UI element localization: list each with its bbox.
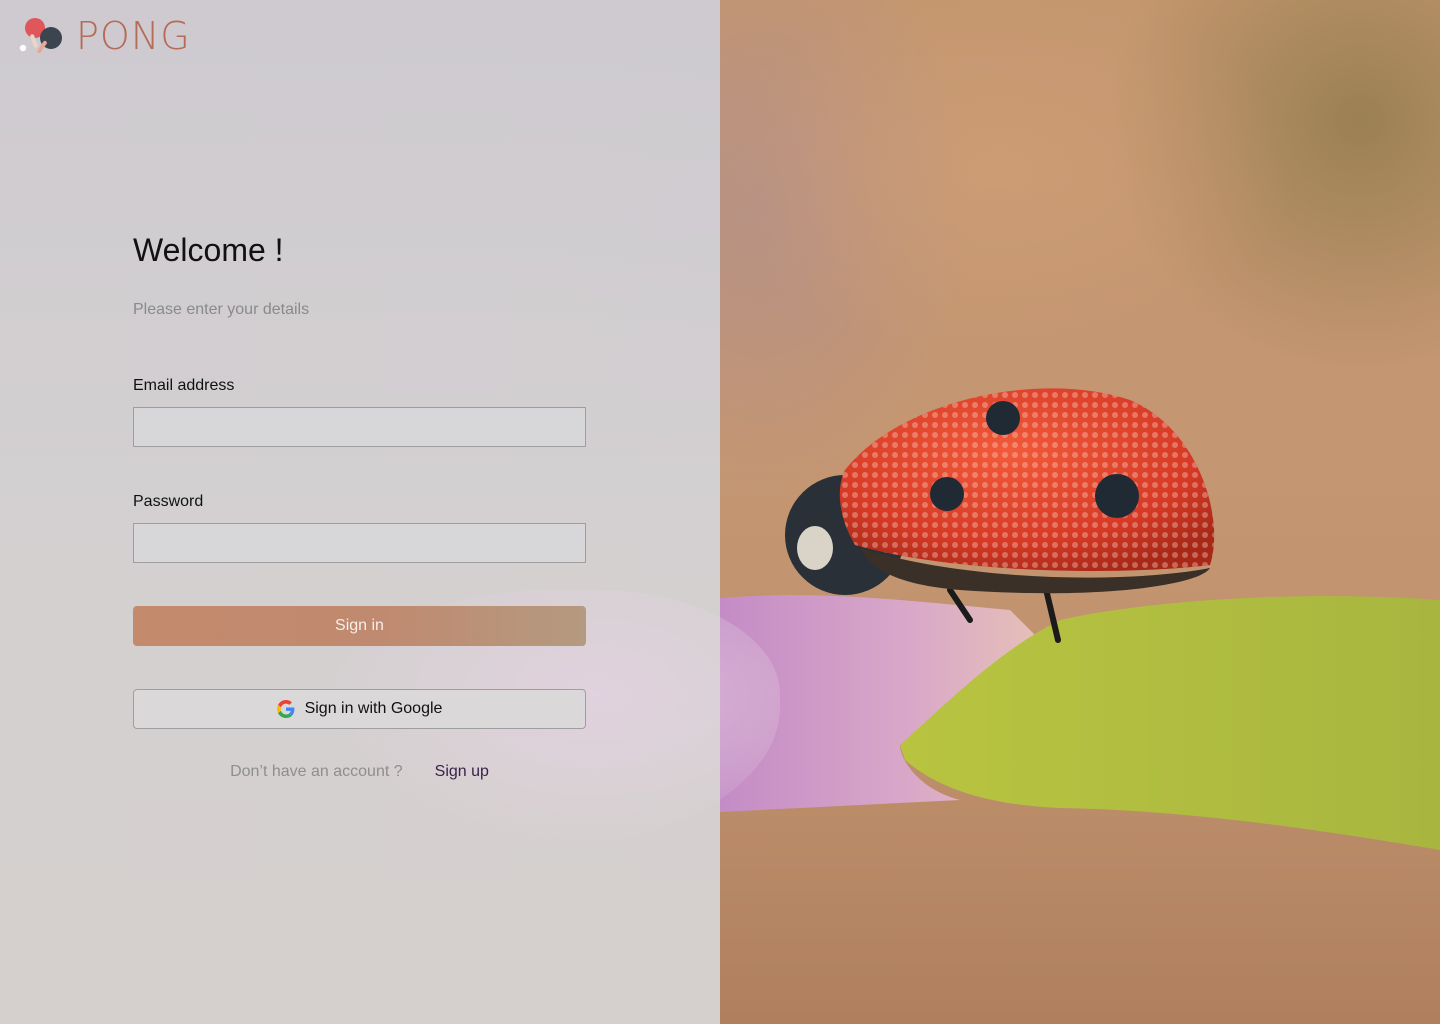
login-page: PONG Welcome ! Please enter your details… bbox=[0, 0, 1440, 1024]
google-sign-in-button[interactable]: Sign in with Google bbox=[133, 689, 586, 729]
signup-row: Don’t have an account ? Sign up bbox=[133, 763, 586, 781]
brand-name: PONG bbox=[76, 14, 191, 58]
page-title: Welcome ! bbox=[133, 232, 284, 268]
ping-pong-paddles-icon bbox=[19, 18, 62, 54]
sign-in-button[interactable]: Sign in bbox=[133, 606, 586, 646]
sign-up-link[interactable]: Sign up bbox=[435, 763, 489, 781]
google-sign-in-label: Sign in with Google bbox=[304, 700, 443, 717]
brand-logo[interactable]: PONG bbox=[18, 16, 191, 56]
password-label: Password bbox=[133, 493, 204, 510]
email-label: Email address bbox=[133, 377, 235, 394]
page-subtitle: Please enter your details bbox=[133, 301, 310, 318]
email-input[interactable] bbox=[133, 407, 586, 447]
login-form: Welcome ! Please enter your details Emai… bbox=[133, 232, 586, 781]
google-g-icon bbox=[276, 700, 294, 718]
signup-prompt: Don’t have an account ? bbox=[230, 763, 403, 780]
password-input[interactable] bbox=[133, 523, 586, 563]
login-panel: PONG Welcome ! Please enter your details… bbox=[0, 0, 780, 1024]
